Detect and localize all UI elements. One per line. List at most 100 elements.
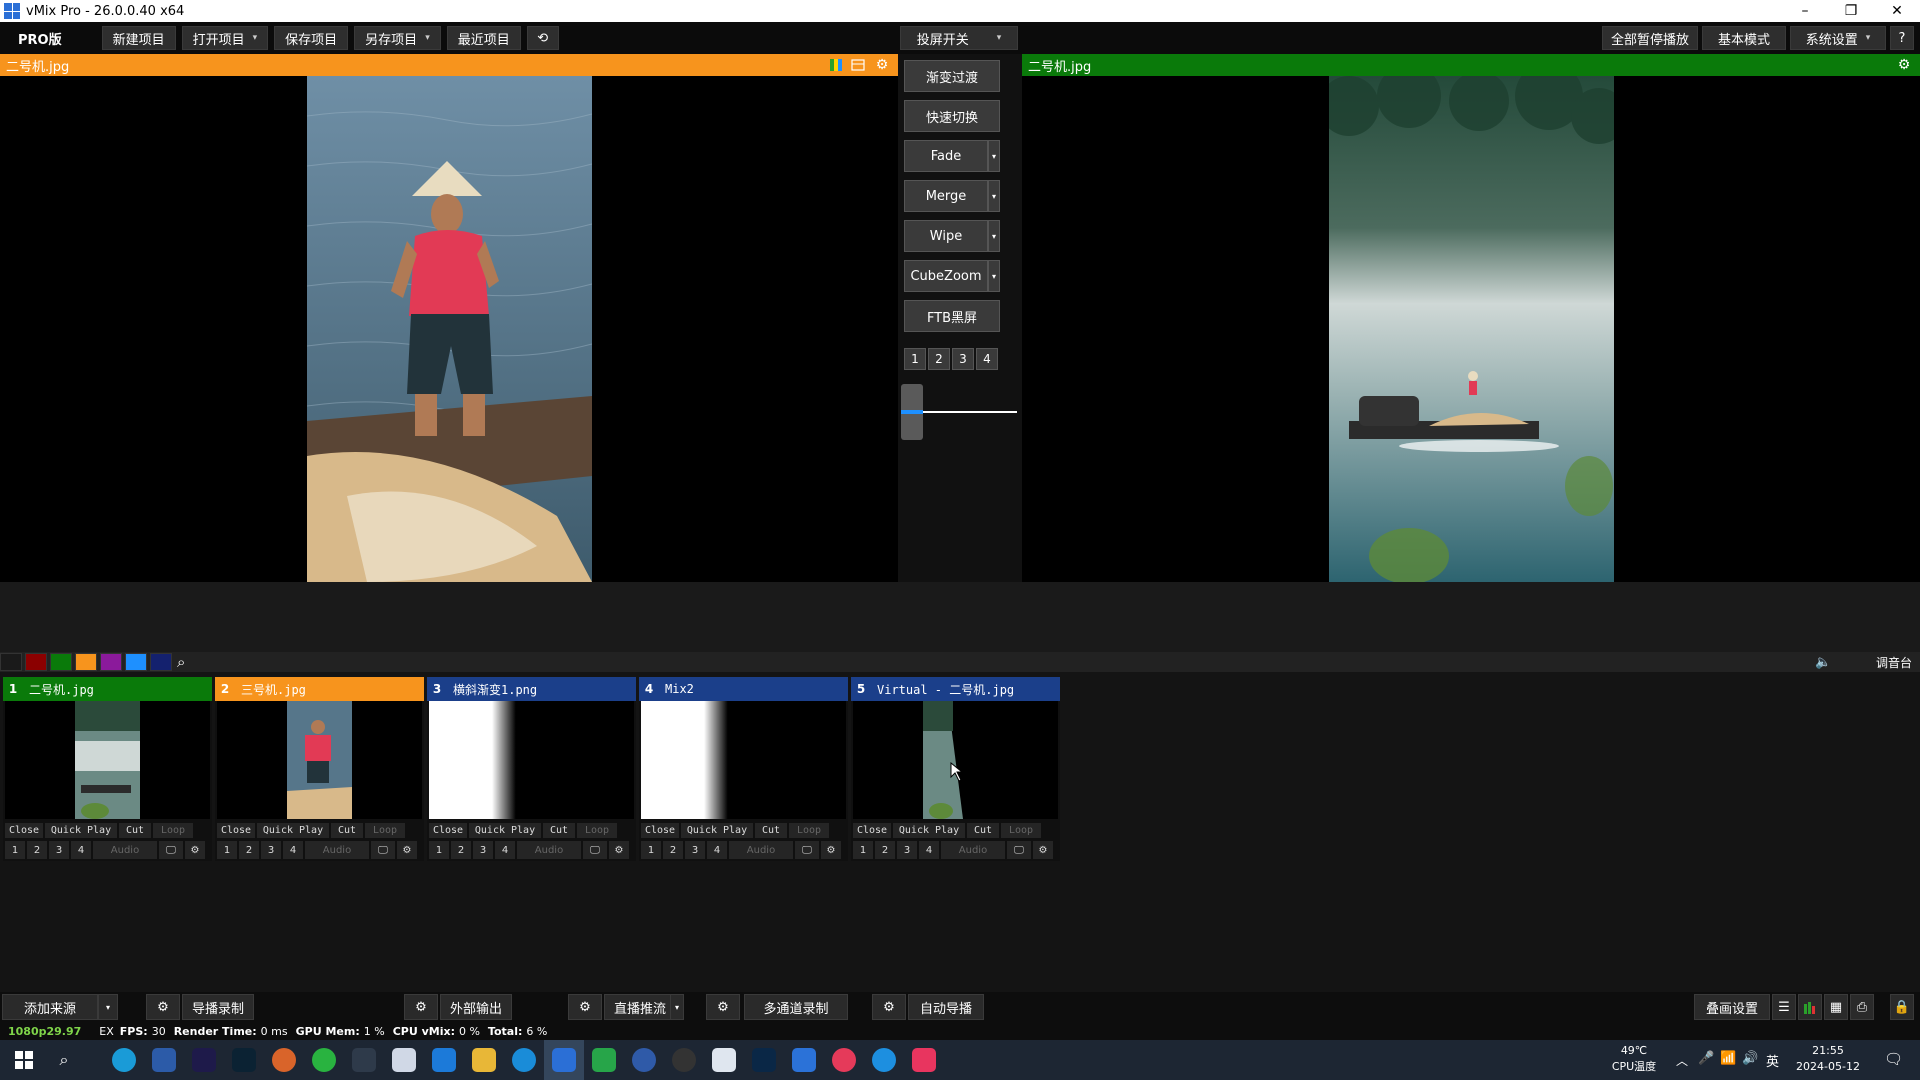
record-settings-gear-icon[interactable]: ⚙	[146, 994, 180, 1020]
filter-swatch-1[interactable]	[0, 653, 22, 671]
loop-button[interactable]: Loop	[577, 823, 617, 838]
photoshop-icon[interactable]	[744, 1040, 784, 1080]
minimize-button[interactable]: –	[1782, 0, 1828, 22]
screenshot-icon[interactable]: ⎙	[1850, 994, 1874, 1020]
settings-app-icon[interactable]	[624, 1040, 664, 1080]
gear-icon[interactable]: ⚙	[397, 841, 417, 859]
filter-swatch-4[interactable]	[75, 653, 97, 671]
t-bar-slider[interactable]	[901, 382, 1017, 442]
overlay-3-button[interactable]: 3	[261, 841, 281, 859]
overlay-2-button[interactable]: 2	[27, 841, 47, 859]
audio-button[interactable]: Audio	[729, 841, 793, 859]
overlay-2-button[interactable]: 2	[451, 841, 471, 859]
loop-button[interactable]: Loop	[1001, 823, 1041, 838]
input-tile[interactable]: 1 二号机.jpg Close Quick Play Cut Loop 1 2 3 4 Audio 🖵…	[3, 677, 212, 861]
overlay-1-button[interactable]: 1	[429, 841, 449, 859]
playlist-settings-gear-icon[interactable]: ⚙	[872, 994, 906, 1020]
filter-swatch-7[interactable]	[150, 653, 172, 671]
file-explorer-icon[interactable]	[464, 1040, 504, 1080]
speaker-icon[interactable]: 🔈	[1815, 655, 1831, 670]
gear-icon[interactable]: ⚙	[821, 841, 841, 859]
new-project-button[interactable]: 新建项目	[101, 26, 176, 50]
store-icon[interactable]	[424, 1040, 464, 1080]
cut-button[interactable]: Cut	[967, 823, 999, 838]
close-input-button[interactable]: Close	[5, 823, 43, 838]
recent-projects-button[interactable]: 最近项目	[446, 26, 521, 50]
vmix-taskbar-icon[interactable]	[544, 1040, 584, 1080]
ai-icon[interactable]	[144, 1040, 184, 1080]
close-input-button[interactable]: Close	[641, 823, 679, 838]
input-thumbnail[interactable]	[641, 701, 846, 819]
monitor-icon[interactable]: 🖵	[583, 841, 607, 859]
quick-play-button[interactable]: Quick Play	[893, 823, 965, 838]
external-button[interactable]: 外部输出	[440, 994, 512, 1020]
quick-cut-button[interactable]: 快速切换	[904, 100, 1000, 132]
obs-icon[interactable]	[664, 1040, 704, 1080]
cut-button[interactable]: Cut	[119, 823, 151, 838]
filter-swatch-3[interactable]	[50, 653, 72, 671]
notification-icon[interactable]: 🗨	[1884, 1050, 1903, 1068]
filter-swatch-2[interactable]	[25, 653, 47, 671]
after-effects-icon[interactable]	[184, 1040, 224, 1080]
ftb-button[interactable]: FTB黑屏	[904, 300, 1000, 332]
input-tile[interactable]: 4 Mix2 Close Quick Play Cut Loop 1 2 3 4 Audio 🖵 ⚙	[639, 677, 848, 861]
input-header[interactable]: 1 二号机.jpg	[3, 677, 212, 701]
audio-button[interactable]: Audio	[93, 841, 157, 859]
wipe-button[interactable]: Wipe	[904, 220, 988, 252]
quick-play-button[interactable]: Quick Play	[257, 823, 329, 838]
help-button[interactable]: ?	[1890, 26, 1914, 50]
open-project-button[interactable]: 打开项目 ▾	[181, 26, 269, 50]
overlay-2-button[interactable]: 2	[239, 841, 259, 859]
input-header[interactable]: 5 Virtual - 二号机.jpg	[851, 677, 1060, 701]
merge-button[interactable]: Merge	[904, 180, 988, 212]
settings-button[interactable]: 系统设置 ▾	[1790, 26, 1886, 50]
arrow-app-icon[interactable]	[784, 1040, 824, 1080]
cut-button[interactable]: Cut	[543, 823, 575, 838]
cut-button[interactable]: Cut	[755, 823, 787, 838]
overlay-1-button[interactable]: 1	[217, 841, 237, 859]
playlist-button[interactable]: 自动导播	[908, 994, 984, 1020]
loop-button[interactable]: Loop	[153, 823, 193, 838]
audio-button[interactable]: Audio	[941, 841, 1005, 859]
filter-swatch-5[interactable]	[100, 653, 122, 671]
overlay-1-button[interactable]: 1	[641, 841, 661, 859]
overlay-2-button[interactable]: 2	[875, 841, 895, 859]
merge-dropdown-icon[interactable]: ▾	[988, 180, 1000, 212]
quick-play-button[interactable]: Quick Play	[469, 823, 541, 838]
save-as-button[interactable]: 另存项目 ▾	[354, 26, 441, 50]
k-app-icon[interactable]	[504, 1040, 544, 1080]
close-input-button[interactable]: Close	[853, 823, 891, 838]
audio-meter-icon[interactable]	[1798, 994, 1822, 1020]
overlay-4-button[interactable]: 4	[283, 841, 303, 859]
overlay-4-button[interactable]: 4	[495, 841, 515, 859]
vm-icon[interactable]	[704, 1040, 744, 1080]
photos-icon[interactable]	[384, 1040, 424, 1080]
dropdown-arrow-icon[interactable]: ▾	[425, 33, 430, 43]
tray-chevron-icon[interactable]: ︿	[1676, 1052, 1688, 1069]
overlay-3-button[interactable]: 3	[897, 841, 917, 859]
layout-icon[interactable]	[850, 57, 866, 73]
lock-icon[interactable]: 🔒	[1890, 994, 1914, 1020]
gear-icon[interactable]: ⚙	[1033, 841, 1053, 859]
loop-button[interactable]: Loop	[789, 823, 829, 838]
dropdown-arrow-icon[interactable]: ▾	[253, 33, 258, 43]
gear-icon[interactable]: ⚙	[609, 841, 629, 859]
search-icon[interactable]: ⌕	[177, 653, 185, 671]
transition-3-button[interactable]: 3	[952, 348, 974, 370]
edge-icon[interactable]	[104, 1040, 144, 1080]
monitor-icon[interactable]: 🖵	[159, 841, 183, 859]
lightroom-icon[interactable]	[224, 1040, 264, 1080]
audio-button[interactable]: Audio	[517, 841, 581, 859]
input-header[interactable]: 2 三号机.jpg	[215, 677, 424, 701]
screen-switch-button[interactable]: 投屏开关 ▾	[900, 26, 1018, 50]
overlay-2-button[interactable]: 2	[663, 841, 683, 859]
fade-dropdown-icon[interactable]: ▾	[988, 140, 1000, 172]
close-input-button[interactable]: Close	[429, 823, 467, 838]
cut-button[interactable]: Cut	[331, 823, 363, 838]
basic-mode-button[interactable]: 基本模式	[1702, 26, 1786, 50]
refresh-button[interactable]: ⟲	[526, 26, 559, 50]
wipe-dropdown-icon[interactable]: ▾	[988, 220, 1000, 252]
colour-bars-icon[interactable]	[828, 57, 844, 73]
multicorder-settings-gear-icon[interactable]: ⚙	[706, 994, 740, 1020]
transition-1-button[interactable]: 1	[904, 348, 926, 370]
